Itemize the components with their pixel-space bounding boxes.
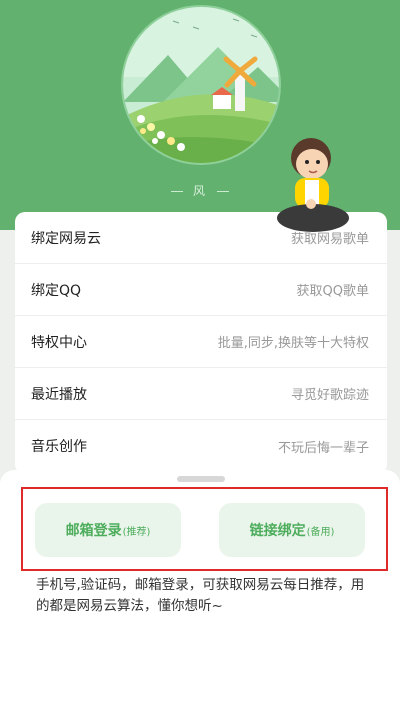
menu-item-bind-qq[interactable]: 绑定QQ 获取QQ歌单 bbox=[15, 264, 387, 316]
menu-item-recent-play[interactable]: 最近播放 寻觅好歌踪迹 bbox=[15, 368, 387, 420]
profile-avatar[interactable] bbox=[121, 5, 281, 165]
menu-item-privilege-center[interactable]: 特权中心 批量,同步,换肤等十大特权 bbox=[15, 316, 387, 368]
menu-item-label: 音乐创作 bbox=[31, 439, 87, 455]
menu-item-label: 绑定网易云 bbox=[31, 230, 101, 247]
menu-item-music-creation[interactable]: 音乐创作 不玩后悔一辈子 bbox=[15, 420, 387, 472]
menu-item-desc: 批量,同步,换肤等十大特权 bbox=[217, 336, 369, 351]
highlight-box bbox=[21, 487, 388, 571]
menu-item-desc: 不玩后悔一辈子 bbox=[277, 440, 369, 456]
left-dash bbox=[170, 191, 183, 192]
menu-item-label: 绑定QQ bbox=[31, 282, 82, 299]
menu-item-desc: 获取QQ歌单 bbox=[296, 284, 369, 299]
right-dash bbox=[217, 191, 229, 192]
profile-name: 风 bbox=[192, 184, 207, 198]
landscape-windmill-illustration bbox=[123, 7, 279, 163]
cartoon-mascot-icon bbox=[275, 130, 355, 245]
menu-card: 绑定网易云 获取网易歌单 绑定QQ 获取QQ歌单 特权中心 批量,同步,换肤等十… bbox=[15, 212, 387, 474]
menu-item-label: 特权中心 bbox=[31, 334, 87, 351]
menu-item-label: 最近播放 bbox=[31, 386, 87, 403]
menu-item-desc: 寻觅好歌踪迹 bbox=[290, 388, 369, 403]
sheet-drag-handle[interactable] bbox=[177, 476, 225, 482]
login-note: 手机号,验证码，邮箱登录，可获取网易云每日推荐，用的都是网易云算法，懂你想听~ bbox=[36, 577, 365, 614]
